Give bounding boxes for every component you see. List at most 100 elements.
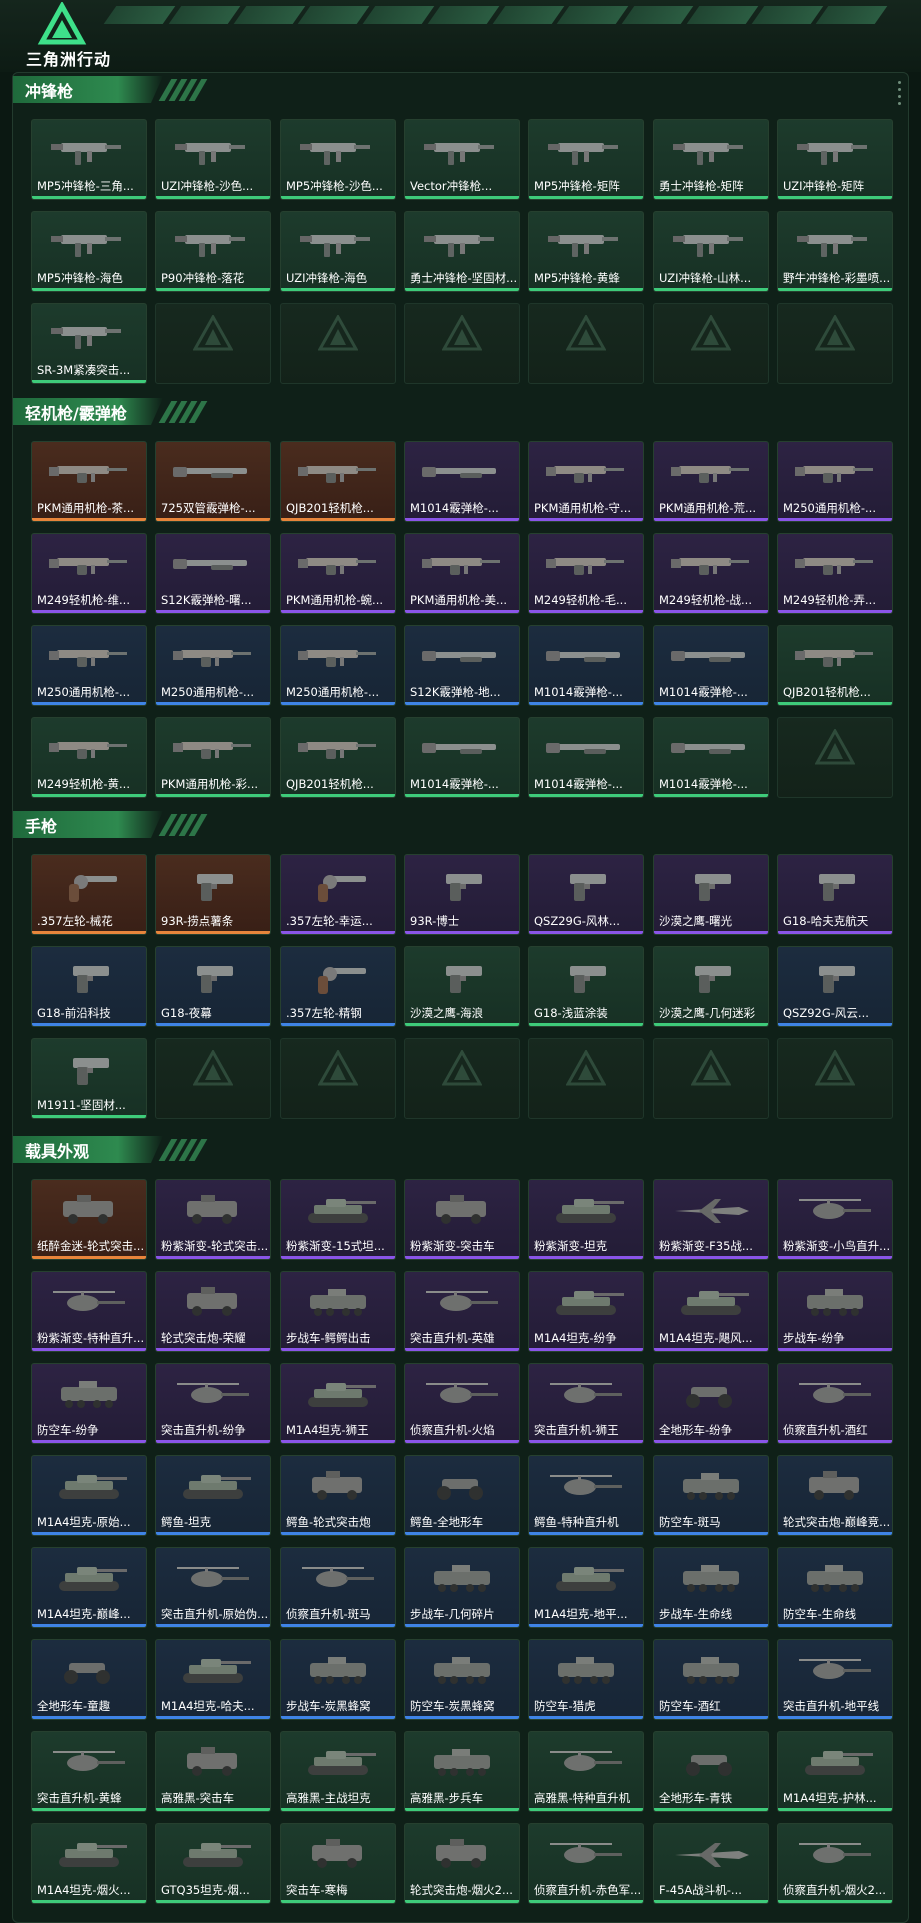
skin-card[interactable]: PKM通用机枪-美...	[404, 533, 520, 614]
skin-card[interactable]: 全地形车-纷争	[653, 1363, 769, 1444]
skin-card[interactable]: 沙漠之鹰-曙光	[653, 854, 769, 935]
skin-card[interactable]: M1A4坦克-地平...	[528, 1547, 644, 1628]
skin-card[interactable]: 防空车-猎虎	[528, 1639, 644, 1720]
skin-card[interactable]: MP5冲锋枪-矩阵	[528, 119, 644, 200]
skin-card[interactable]: 93R-捞点薯条	[155, 854, 271, 935]
skin-card[interactable]: M1A4坦克-纷争	[528, 1271, 644, 1352]
skin-card[interactable]: 高雅黑-突击车	[155, 1731, 271, 1812]
skin-card[interactable]: 粉紫渐变-15式坦...	[280, 1179, 396, 1260]
skin-card[interactable]: M1A4坦克-护林...	[777, 1731, 893, 1812]
skin-card[interactable]: 725双管霰弹枪-...	[155, 441, 271, 522]
skin-card[interactable]: 高雅黑-特种直升机	[528, 1731, 644, 1812]
skin-card[interactable]: 鳄鱼-特种直升机	[528, 1455, 644, 1536]
skin-card[interactable]: QJB201轻机枪...	[280, 717, 396, 798]
skin-card[interactable]: M1911-坚固材...	[31, 1038, 147, 1119]
skin-card[interactable]: 勇士冲锋枪-矩阵	[653, 119, 769, 200]
skin-card[interactable]: 突击直升机-英雄	[404, 1271, 520, 1352]
skin-card[interactable]: 防空车-生命线	[777, 1547, 893, 1628]
skin-card[interactable]: S12K霰弹枪-曙...	[155, 533, 271, 614]
skin-card[interactable]: M1A4坦克-哈夫...	[155, 1639, 271, 1720]
skin-card[interactable]: 步战车-炭黑蜂窝	[280, 1639, 396, 1720]
skin-card[interactable]: M1A4坦克-烟火...	[31, 1823, 147, 1904]
skin-card[interactable]: 步战车-鳄鳄出击	[280, 1271, 396, 1352]
skin-card[interactable]: 鳄鱼-轮式突击炮	[280, 1455, 396, 1536]
skin-card[interactable]: 侦察直升机-斑马	[280, 1547, 396, 1628]
skin-card[interactable]: M249轻机枪-毛...	[528, 533, 644, 614]
skin-card[interactable]: UZI冲锋枪-山林...	[653, 211, 769, 292]
skin-card[interactable]: 勇士冲锋枪-坚固材...	[404, 211, 520, 292]
skin-card[interactable]: M249轻机枪-弄...	[777, 533, 893, 614]
skin-card[interactable]: M249轻机枪-维...	[31, 533, 147, 614]
skin-card[interactable]: SR-3M紧凑突击...	[31, 303, 147, 384]
skin-card[interactable]: P90冲锋枪-落花	[155, 211, 271, 292]
skin-card[interactable]: PKM通用机枪-茶...	[31, 441, 147, 522]
skin-card[interactable]: 沙漠之鹰-几何迷彩	[653, 946, 769, 1027]
skin-card[interactable]: F-45A战斗机-...	[653, 1823, 769, 1904]
skin-card[interactable]: 粉紫渐变-特种直升...	[31, 1271, 147, 1352]
skin-card[interactable]: M250通用机枪-...	[155, 625, 271, 706]
skin-card[interactable]: G18-夜幕	[155, 946, 271, 1027]
skin-card[interactable]: S12K霰弹枪-地...	[404, 625, 520, 706]
skin-card[interactable]: MP5冲锋枪-黄蜂	[528, 211, 644, 292]
skin-card[interactable]: UZI冲锋枪-沙色...	[155, 119, 271, 200]
skin-card[interactable]: 突击直升机-黄蜂	[31, 1731, 147, 1812]
skin-card[interactable]: M1014霰弹枪-...	[528, 625, 644, 706]
skin-card[interactable]: 纸醉金迷-轮式突击...	[31, 1179, 147, 1260]
skin-card[interactable]: 野牛冲锋枪-彩墨喷...	[777, 211, 893, 292]
skin-card[interactable]: PKM通用机枪-蜿...	[280, 533, 396, 614]
skin-card[interactable]: UZI冲锋枪-海色	[280, 211, 396, 292]
skin-card[interactable]: 轮式突击炮-荣耀	[155, 1271, 271, 1352]
skin-card[interactable]: M1A4坦克-巅峰...	[31, 1547, 147, 1628]
skin-card[interactable]: 步战车-几何碎片	[404, 1547, 520, 1628]
skin-card[interactable]: 粉紫渐变-小鸟直升...	[777, 1179, 893, 1260]
skin-card[interactable]: .357左轮-幸运...	[280, 854, 396, 935]
skin-card[interactable]: 防空车-斑马	[653, 1455, 769, 1536]
skin-card[interactable]: 鳄鱼-全地形车	[404, 1455, 520, 1536]
skin-card[interactable]: MP5冲锋枪-海色	[31, 211, 147, 292]
skin-card[interactable]: M249轻机枪-黄...	[31, 717, 147, 798]
skin-card[interactable]: 轮式突击炮-巅峰竞...	[777, 1455, 893, 1536]
scrollbar[interactable]	[898, 81, 902, 109]
skin-card[interactable]: 突击车-寒梅	[280, 1823, 396, 1904]
skin-card[interactable]: M1014霰弹枪-...	[653, 625, 769, 706]
skin-card[interactable]: PKM通用机枪-彩...	[155, 717, 271, 798]
skin-card[interactable]: M1014霰弹枪-...	[404, 441, 520, 522]
skin-card[interactable]: 全地形车-童趣	[31, 1639, 147, 1720]
skin-card[interactable]: PKM通用机枪-荒...	[653, 441, 769, 522]
skin-card[interactable]: 防空车-纷争	[31, 1363, 147, 1444]
skin-card[interactable]: 粉紫渐变-突击车	[404, 1179, 520, 1260]
skin-card[interactable]: 粉紫渐变-坦克	[528, 1179, 644, 1260]
skin-card[interactable]: QJB201轻机枪...	[280, 441, 396, 522]
skin-card[interactable]: M1A4坦克-狮王	[280, 1363, 396, 1444]
skin-card[interactable]: 高雅黑-主战坦克	[280, 1731, 396, 1812]
skin-card[interactable]: M1014霰弹枪-...	[528, 717, 644, 798]
skin-card[interactable]: 全地形车-青铁	[653, 1731, 769, 1812]
skin-card[interactable]: 沙漠之鹰-海浪	[404, 946, 520, 1027]
skin-card[interactable]: 防空车-炭黑蜂窝	[404, 1639, 520, 1720]
skin-card[interactable]: M249轻机枪-战...	[653, 533, 769, 614]
skin-card[interactable]: .357左轮-械花	[31, 854, 147, 935]
skin-card[interactable]: M1014霰弹枪-...	[653, 717, 769, 798]
skin-card[interactable]: 突击直升机-原始伪...	[155, 1547, 271, 1628]
skin-card[interactable]: 突击直升机-纷争	[155, 1363, 271, 1444]
skin-card[interactable]: 步战车-纷争	[777, 1271, 893, 1352]
skin-card[interactable]: 步战车-生命线	[653, 1547, 769, 1628]
skin-card[interactable]: PKM通用机枪-守...	[528, 441, 644, 522]
skin-card[interactable]: 粉紫渐变-轮式突击...	[155, 1179, 271, 1260]
skin-card[interactable]: .357左轮-精钢	[280, 946, 396, 1027]
skin-card[interactable]: G18-哈夫克航天	[777, 854, 893, 935]
skin-card[interactable]: M250通用机枪-...	[280, 625, 396, 706]
skin-card[interactable]: 轮式突击炮-烟火2...	[404, 1823, 520, 1904]
skin-card[interactable]: 侦察直升机-烟火2...	[777, 1823, 893, 1904]
skin-card[interactable]: M1014霰弹枪-...	[404, 717, 520, 798]
skin-card[interactable]: 防空车-酒红	[653, 1639, 769, 1720]
collection-panel[interactable]: 冲锋枪 MP5冲锋枪-三角... UZI冲锋枪-沙色... MP5冲锋枪-沙色... V…	[12, 72, 909, 1923]
skin-card[interactable]: MP5冲锋枪-沙色...	[280, 119, 396, 200]
skin-card[interactable]: QSZ29G-风林...	[528, 854, 644, 935]
skin-card[interactable]: UZI冲锋枪-矩阵	[777, 119, 893, 200]
skin-card[interactable]: M1A4坦克-原始...	[31, 1455, 147, 1536]
skin-card[interactable]: QSZ92G-风云...	[777, 946, 893, 1027]
skin-card[interactable]: 突击直升机-地平线	[777, 1639, 893, 1720]
skin-card[interactable]: M250通用机枪-...	[777, 441, 893, 522]
skin-card[interactable]: GTQ35坦克-烟...	[155, 1823, 271, 1904]
